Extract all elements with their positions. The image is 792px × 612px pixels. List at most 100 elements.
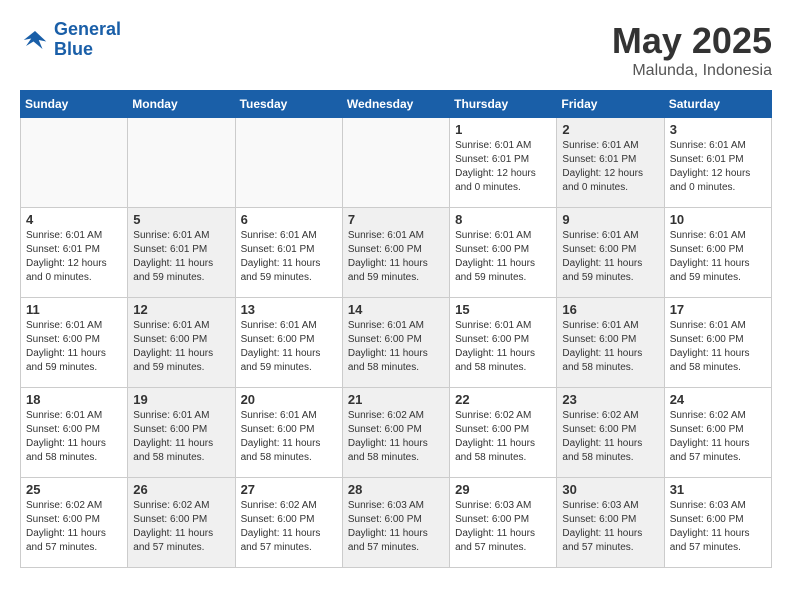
calendar-cell: 27 Sunrise: 6:02 AM Sunset: 6:00 PM Dayli… — [235, 478, 342, 568]
day-number: 8 — [455, 212, 551, 227]
header-monday: Monday — [128, 91, 235, 118]
calendar-cell: 7 Sunrise: 6:01 AM Sunset: 6:00 PM Daylig… — [342, 208, 449, 298]
week-row-1: 4 Sunrise: 6:01 AM Sunset: 6:01 PM Daylig… — [21, 208, 772, 298]
day-number: 28 — [348, 482, 444, 497]
calendar-cell: 16 Sunrise: 6:01 AM Sunset: 6:00 PM Dayli… — [557, 298, 664, 388]
day-info: Sunrise: 6:01 AM Sunset: 6:01 PM Dayligh… — [455, 139, 551, 195]
calendar-cell: 11 Sunrise: 6:01 AM Sunset: 6:00 PM Dayli… — [21, 298, 128, 388]
day-info: Sunrise: 6:02 AM Sunset: 6:00 PM Dayligh… — [455, 409, 551, 465]
day-number: 18 — [26, 392, 122, 407]
calendar-cell: 18 Sunrise: 6:01 AM Sunset: 6:00 PM Dayli… — [21, 388, 128, 478]
day-number: 19 — [133, 392, 229, 407]
day-info: Sunrise: 6:02 AM Sunset: 6:00 PM Dayligh… — [133, 499, 229, 555]
day-info: Sunrise: 6:01 AM Sunset: 6:00 PM Dayligh… — [26, 409, 122, 465]
calendar-cell: 10 Sunrise: 6:01 AM Sunset: 6:00 PM Dayli… — [664, 208, 771, 298]
day-info: Sunrise: 6:01 AM Sunset: 6:01 PM Dayligh… — [241, 229, 337, 285]
day-info: Sunrise: 6:03 AM Sunset: 6:00 PM Dayligh… — [455, 499, 551, 555]
day-number: 10 — [670, 212, 766, 227]
calendar-cell: 4 Sunrise: 6:01 AM Sunset: 6:01 PM Daylig… — [21, 208, 128, 298]
day-number: 13 — [241, 302, 337, 317]
calendar-cell: 14 Sunrise: 6:01 AM Sunset: 6:00 PM Dayli… — [342, 298, 449, 388]
day-number: 15 — [455, 302, 551, 317]
day-info: Sunrise: 6:01 AM Sunset: 6:00 PM Dayligh… — [670, 229, 766, 285]
day-info: Sunrise: 6:01 AM Sunset: 6:01 PM Dayligh… — [133, 229, 229, 285]
day-number: 17 — [670, 302, 766, 317]
calendar-cell — [235, 118, 342, 208]
calendar-cell: 1 Sunrise: 6:01 AM Sunset: 6:01 PM Daylig… — [450, 118, 557, 208]
week-row-2: 11 Sunrise: 6:01 AM Sunset: 6:00 PM Dayli… — [21, 298, 772, 388]
logo: General Blue — [20, 20, 121, 60]
calendar-cell: 21 Sunrise: 6:02 AM Sunset: 6:00 PM Dayli… — [342, 388, 449, 478]
day-number: 31 — [670, 482, 766, 497]
day-number: 27 — [241, 482, 337, 497]
month-title: May 2025 — [612, 20, 772, 62]
day-number: 12 — [133, 302, 229, 317]
day-number: 16 — [562, 302, 658, 317]
header-thursday: Thursday — [450, 91, 557, 118]
day-number: 30 — [562, 482, 658, 497]
calendar-cell: 28 Sunrise: 6:03 AM Sunset: 6:00 PM Dayli… — [342, 478, 449, 568]
day-info: Sunrise: 6:01 AM Sunset: 6:00 PM Dayligh… — [26, 319, 122, 375]
day-info: Sunrise: 6:02 AM Sunset: 6:00 PM Dayligh… — [26, 499, 122, 555]
calendar-cell: 12 Sunrise: 6:01 AM Sunset: 6:00 PM Dayli… — [128, 298, 235, 388]
calendar-cell: 17 Sunrise: 6:01 AM Sunset: 6:00 PM Dayli… — [664, 298, 771, 388]
day-number: 1 — [455, 122, 551, 137]
calendar-cell: 31Sunrise: 6:03 AM Sunset: 6:00 PM Dayli… — [664, 478, 771, 568]
calendar-cell: 2Sunrise: 6:01 AM Sunset: 6:01 PM Daylig… — [557, 118, 664, 208]
day-number: 7 — [348, 212, 444, 227]
calendar-cell: 19Sunrise: 6:01 AM Sunset: 6:00 PM Dayli… — [128, 388, 235, 478]
logo-text: General Blue — [54, 20, 121, 60]
day-info: Sunrise: 6:02 AM Sunset: 6:00 PM Dayligh… — [562, 409, 658, 465]
day-number: 9 — [562, 212, 658, 227]
location: Malunda, Indonesia — [612, 62, 772, 80]
day-number: 24 — [670, 392, 766, 407]
calendar-cell: 5 Sunrise: 6:01 AM Sunset: 6:01 PM Daylig… — [128, 208, 235, 298]
day-info: Sunrise: 6:01 AM Sunset: 6:00 PM Dayligh… — [562, 319, 658, 375]
calendar-cell — [342, 118, 449, 208]
day-info: Sunrise: 6:03 AM Sunset: 6:00 PM Dayligh… — [348, 499, 444, 555]
calendar-cell: 8 Sunrise: 6:01 AM Sunset: 6:00 PM Daylig… — [450, 208, 557, 298]
calendar-cell: 9 Sunrise: 6:01 AM Sunset: 6:00 PM Daylig… — [557, 208, 664, 298]
day-number: 14 — [348, 302, 444, 317]
page-header: General Blue May 2025 Malunda, Indonesia — [20, 20, 772, 80]
day-info: Sunrise: 6:02 AM Sunset: 6:00 PM Dayligh… — [241, 499, 337, 555]
day-number: 22 — [455, 392, 551, 407]
day-number: 6 — [241, 212, 337, 227]
week-row-3: 18 Sunrise: 6:01 AM Sunset: 6:00 PM Dayli… — [21, 388, 772, 478]
day-info: Sunrise: 6:01 AM Sunset: 6:00 PM Dayligh… — [241, 409, 337, 465]
calendar-cell — [128, 118, 235, 208]
header-wednesday: Wednesday — [342, 91, 449, 118]
title-block: May 2025 Malunda, Indonesia — [612, 20, 772, 80]
calendar-cell: 25Sunrise: 6:02 AM Sunset: 6:00 PM Dayli… — [21, 478, 128, 568]
calendar-cell — [21, 118, 128, 208]
calendar-cell: 29 Sunrise: 6:03 AM Sunset: 6:00 PM Dayli… — [450, 478, 557, 568]
day-info: Sunrise: 6:01 AM Sunset: 6:01 PM Dayligh… — [562, 139, 658, 195]
day-number: 21 — [348, 392, 444, 407]
day-info: Sunrise: 6:01 AM Sunset: 6:00 PM Dayligh… — [133, 319, 229, 375]
day-number: 26 — [133, 482, 229, 497]
calendar-cell: 23 Sunrise: 6:02 AM Sunset: 6:00 PM Dayli… — [557, 388, 664, 478]
day-number: 4 — [26, 212, 122, 227]
calendar-cell: 24 Sunrise: 6:02 AM Sunset: 6:00 PM Dayli… — [664, 388, 771, 478]
day-info: Sunrise: 6:01 AM Sunset: 6:00 PM Dayligh… — [455, 319, 551, 375]
day-info: Sunrise: 6:01 AM Sunset: 6:00 PM Dayligh… — [348, 319, 444, 375]
day-number: 29 — [455, 482, 551, 497]
day-info: Sunrise: 6:01 AM Sunset: 6:00 PM Dayligh… — [562, 229, 658, 285]
calendar-cell: 26 Sunrise: 6:02 AM Sunset: 6:00 PM Dayli… — [128, 478, 235, 568]
day-info: Sunrise: 6:01 AM Sunset: 6:00 PM Dayligh… — [455, 229, 551, 285]
day-info: Sunrise: 6:02 AM Sunset: 6:00 PM Dayligh… — [670, 409, 766, 465]
day-number: 3 — [670, 122, 766, 137]
day-number: 23 — [562, 392, 658, 407]
day-info: Sunrise: 6:01 AM Sunset: 6:00 PM Dayligh… — [348, 229, 444, 285]
header-saturday: Saturday — [664, 91, 771, 118]
day-info: Sunrise: 6:01 AM Sunset: 6:00 PM Dayligh… — [670, 319, 766, 375]
day-info: Sunrise: 6:01 AM Sunset: 6:01 PM Dayligh… — [670, 139, 766, 195]
day-info: Sunrise: 6:02 AM Sunset: 6:00 PM Dayligh… — [348, 409, 444, 465]
calendar-header: SundayMondayTuesdayWednesdayThursdayFrid… — [21, 91, 772, 118]
calendar-cell: 6 Sunrise: 6:01 AM Sunset: 6:01 PM Daylig… — [235, 208, 342, 298]
day-number: 5 — [133, 212, 229, 227]
header-friday: Friday — [557, 91, 664, 118]
week-row-0: 1 Sunrise: 6:01 AM Sunset: 6:01 PM Daylig… — [21, 118, 772, 208]
day-info: Sunrise: 6:01 AM Sunset: 6:01 PM Dayligh… — [26, 229, 122, 285]
day-number: 11 — [26, 302, 122, 317]
